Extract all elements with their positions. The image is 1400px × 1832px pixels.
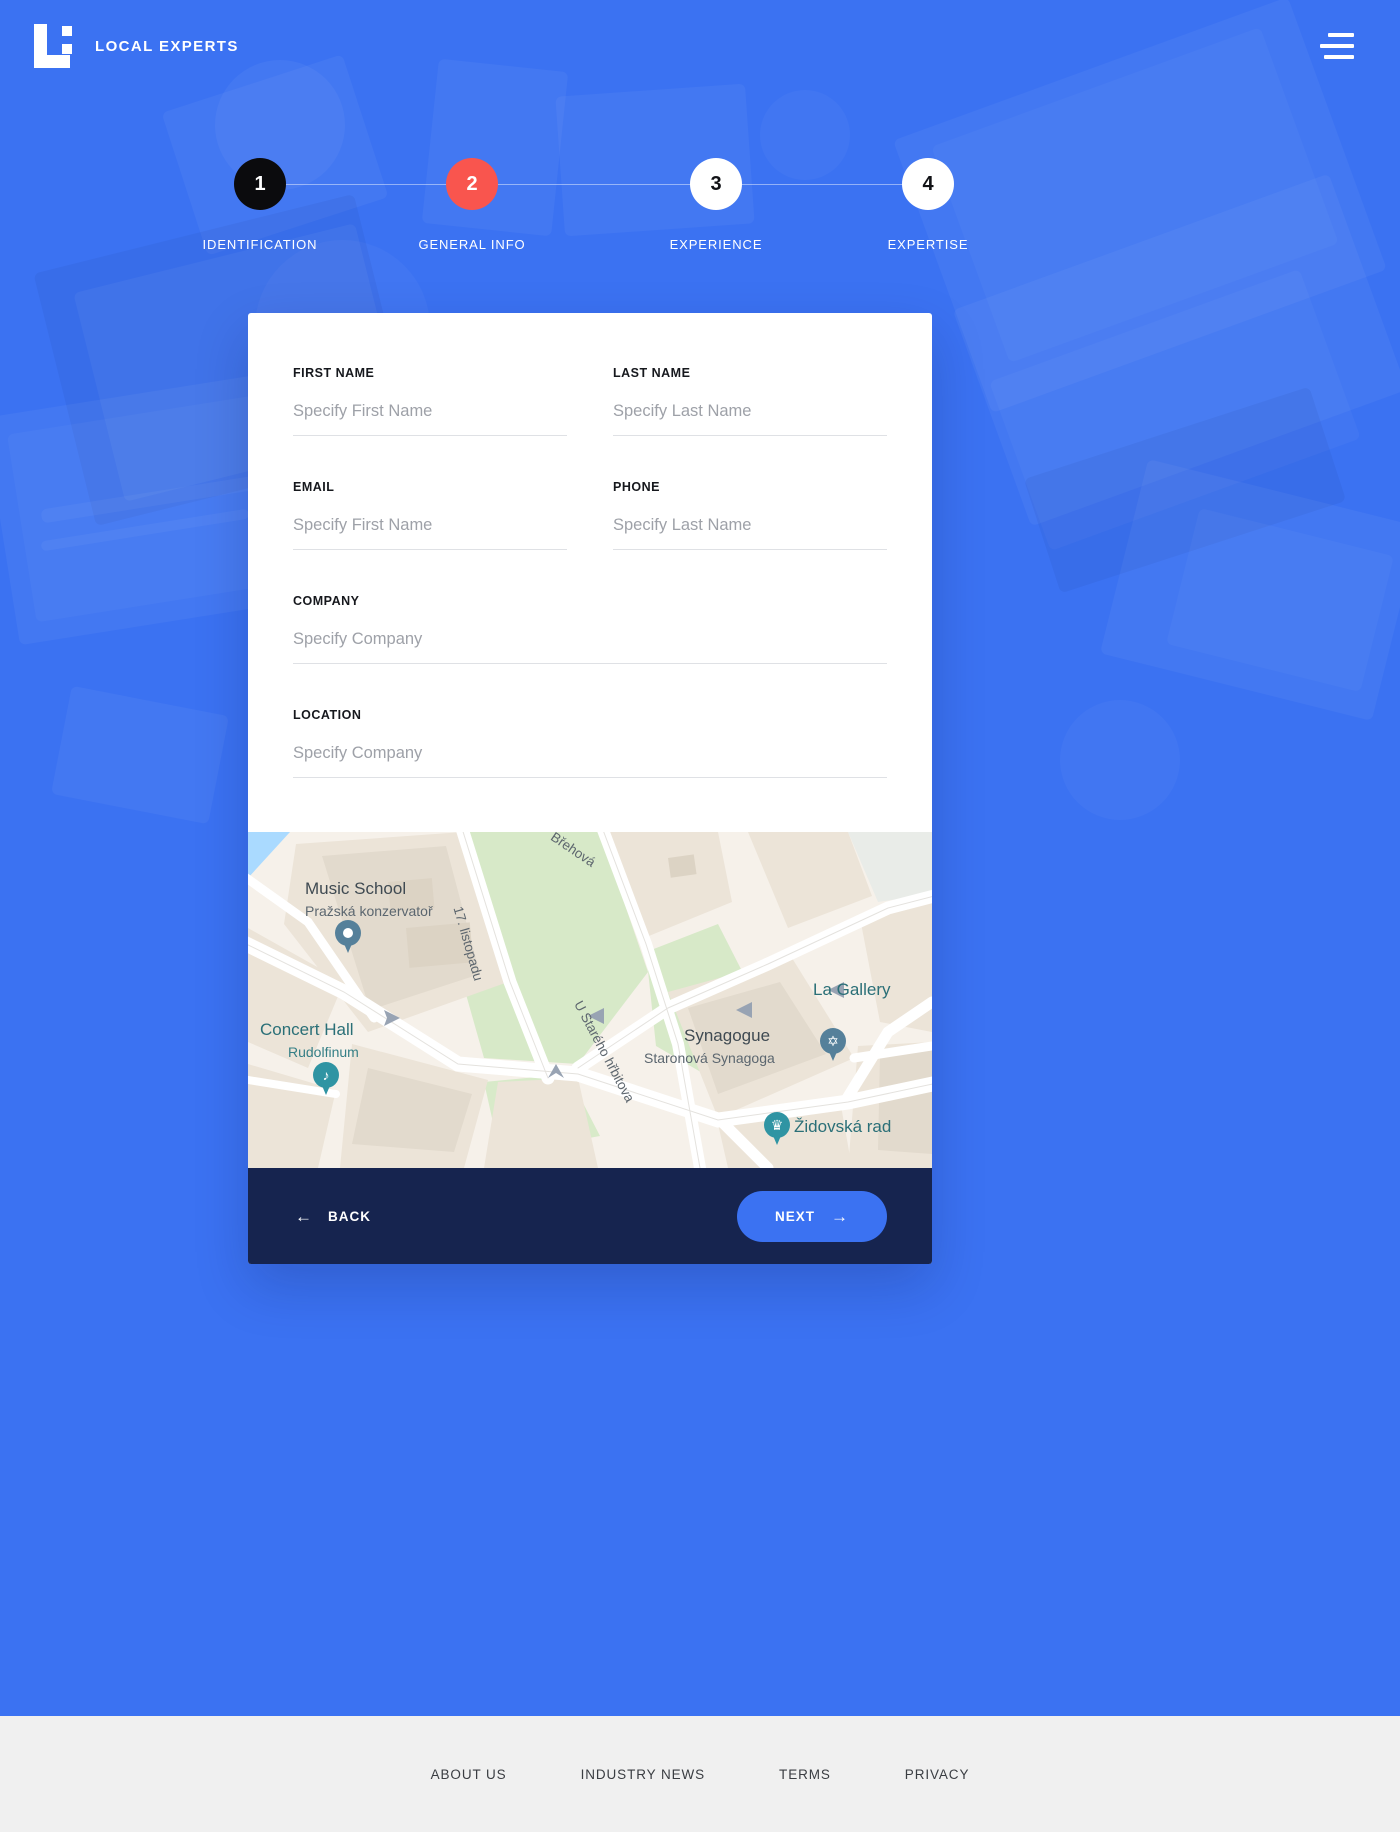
footer-link-industry-news[interactable]: INDUSTRY NEWS: [581, 1767, 705, 1782]
hero-section: LOCAL EXPERTS 1 IDENTIFICATION 2 GENERAL…: [0, 0, 1400, 1716]
back-button-label: BACK: [328, 1208, 371, 1224]
footer-link-privacy[interactable]: PRIVACY: [905, 1767, 970, 1782]
stepper-label-2: GENERAL INFO: [418, 237, 526, 252]
site-footer: ABOUT US INDUSTRY NEWS TERMS PRIVACY: [0, 1716, 1400, 1832]
field-last-name: LAST NAME: [613, 366, 887, 436]
arrow-left-icon: ←: [295, 1206, 313, 1226]
stepper-step-experience[interactable]: 3 EXPERIENCE: [626, 158, 806, 252]
next-button-label: NEXT: [774, 1208, 815, 1224]
star-of-david-pin-icon-synagogue[interactable]: ✡: [820, 1028, 846, 1062]
label-company: COMPANY: [293, 594, 360, 608]
form-row-contact: EMAIL PHONE: [293, 480, 887, 594]
footer-link-about-us[interactable]: ABOUT US: [431, 1767, 507, 1782]
form-row-location: LOCATION: [293, 708, 887, 822]
field-email: EMAIL: [293, 480, 567, 550]
form-row-company: COMPANY: [293, 594, 887, 708]
label-last-name: LAST NAME: [613, 366, 691, 380]
stepper-step-expertise[interactable]: 4 EXPERTISE: [838, 158, 1018, 252]
stepper-connector-line: [260, 184, 930, 185]
stepper-label-4: EXPERTISE: [887, 237, 969, 252]
stepper-label-1: IDENTIFICATION: [202, 237, 318, 252]
stepper-dot-1[interactable]: 1: [234, 158, 286, 210]
input-first-name[interactable]: [293, 402, 567, 436]
arrow-right-icon: →: [831, 1206, 849, 1226]
stepper-label-3: EXPERIENCE: [669, 237, 763, 252]
stepper-step-identification[interactable]: 1 IDENTIFICATION: [170, 158, 350, 252]
next-button[interactable]: NEXT →: [736, 1190, 887, 1242]
input-last-name[interactable]: [613, 402, 887, 436]
general-info-form: FIRST NAME LAST NAME EMAIL PHONE: [248, 313, 932, 832]
input-company[interactable]: [293, 630, 887, 664]
field-phone: PHONE: [613, 480, 887, 550]
map-pin-icon-music-school[interactable]: [335, 920, 361, 954]
brand-name: LOCAL EXPERTS: [95, 37, 239, 55]
hamburger-menu-icon[interactable]: [1320, 33, 1354, 59]
progress-stepper: 1 IDENTIFICATION 2 GENERAL INFO 3 EXPERI…: [203, 158, 980, 288]
stepper-dot-2[interactable]: 2: [446, 158, 498, 210]
site-header: LOCAL EXPERTS: [0, 0, 1400, 92]
stepper-dot-4[interactable]: 4: [902, 158, 954, 210]
back-button[interactable]: ← BACK: [293, 1202, 373, 1231]
stepper-dot-3[interactable]: 3: [690, 158, 742, 210]
local-experts-logo-icon: [34, 24, 76, 68]
input-phone[interactable]: [613, 516, 887, 550]
location-map[interactable]: Music School Pražská konzervatoř Concert…: [248, 832, 932, 1168]
label-phone: PHONE: [613, 480, 660, 494]
brand[interactable]: LOCAL EXPERTS: [34, 24, 239, 68]
input-email[interactable]: [293, 516, 567, 550]
field-company: COMPANY: [293, 594, 887, 664]
field-first-name: FIRST NAME: [293, 366, 567, 436]
registration-card: FIRST NAME LAST NAME EMAIL PHONE: [248, 313, 932, 1264]
input-location[interactable]: [293, 744, 887, 778]
map-canvas: [248, 832, 932, 1168]
castle-pin-icon-zidovska-radnice[interactable]: ♛: [764, 1112, 790, 1146]
music-note-pin-icon-concert-hall[interactable]: ♪: [313, 1062, 339, 1096]
form-row-name: FIRST NAME LAST NAME: [293, 366, 887, 480]
field-location: LOCATION: [293, 708, 887, 778]
page-root: LOCAL EXPERTS 1 IDENTIFICATION 2 GENERAL…: [0, 0, 1400, 1832]
label-location: LOCATION: [293, 708, 362, 722]
footer-link-terms[interactable]: TERMS: [779, 1767, 831, 1782]
label-first-name: FIRST NAME: [293, 366, 375, 380]
card-footer-bar: ← BACK NEXT →: [248, 1168, 932, 1264]
stepper-step-general-info[interactable]: 2 GENERAL INFO: [382, 158, 562, 252]
label-email: EMAIL: [293, 480, 335, 494]
